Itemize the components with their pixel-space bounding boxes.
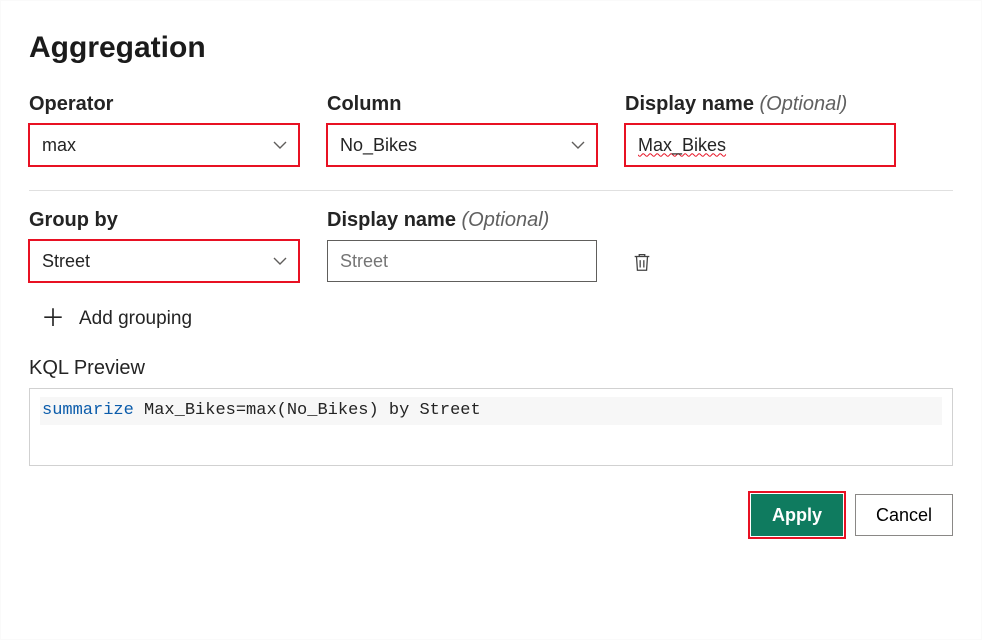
group-display-name-field-group: Display name (Optional) — [327, 209, 597, 282]
apply-button[interactable]: Apply — [751, 494, 843, 536]
operator-label: Operator — [29, 93, 299, 116]
display-name-input[interactable]: Max_Bikes — [625, 124, 895, 166]
kql-preview-label: KQL Preview — [29, 357, 953, 380]
row-aggregation-fields: Operator max Column No_Bikes Display nam… — [29, 93, 953, 166]
kql-preview-code: summarize Max_Bikes=max(No_Bikes) by Str… — [40, 397, 942, 425]
add-grouping-button[interactable]: ＋ Add grouping — [41, 307, 192, 331]
group-by-field-group: Group by Street — [29, 209, 299, 282]
delete-grouping-button[interactable] — [625, 243, 659, 285]
display-name-label: Display name (Optional) — [625, 93, 895, 116]
column-value: No_Bikes — [340, 135, 417, 156]
panel-title: Aggregation — [29, 31, 953, 65]
column-field-group: Column No_Bikes — [327, 93, 597, 166]
trash-icon — [631, 251, 653, 278]
display-name-value: Max_Bikes — [638, 135, 726, 156]
plus-icon: ＋ — [41, 307, 65, 331]
group-by-label: Group by — [29, 209, 299, 232]
kql-preview-box: summarize Max_Bikes=max(No_Bikes) by Str… — [29, 388, 953, 466]
chevron-down-icon — [272, 253, 288, 269]
group-display-name-input[interactable] — [327, 240, 597, 282]
column-dropdown[interactable]: No_Bikes — [327, 124, 597, 166]
operator-field-group: Operator max — [29, 93, 299, 166]
cancel-button[interactable]: Cancel — [855, 494, 953, 536]
row-group-by: Group by Street Display name (Optional) — [29, 209, 953, 285]
group-by-value: Street — [42, 251, 90, 272]
chevron-down-icon — [272, 137, 288, 153]
column-label: Column — [327, 93, 597, 116]
operator-dropdown[interactable]: max — [29, 124, 299, 166]
display-name-field-group: Display name (Optional) Max_Bikes — [625, 93, 895, 166]
group-by-dropdown[interactable]: Street — [29, 240, 299, 282]
operator-value: max — [42, 135, 76, 156]
group-display-name-label: Display name (Optional) — [327, 209, 597, 232]
add-grouping-label: Add grouping — [79, 308, 192, 330]
aggregation-panel: Aggregation Operator max Column No_Bikes — [0, 0, 982, 640]
dialog-buttons: Apply Cancel — [29, 494, 953, 536]
divider — [29, 190, 953, 191]
chevron-down-icon — [570, 137, 586, 153]
